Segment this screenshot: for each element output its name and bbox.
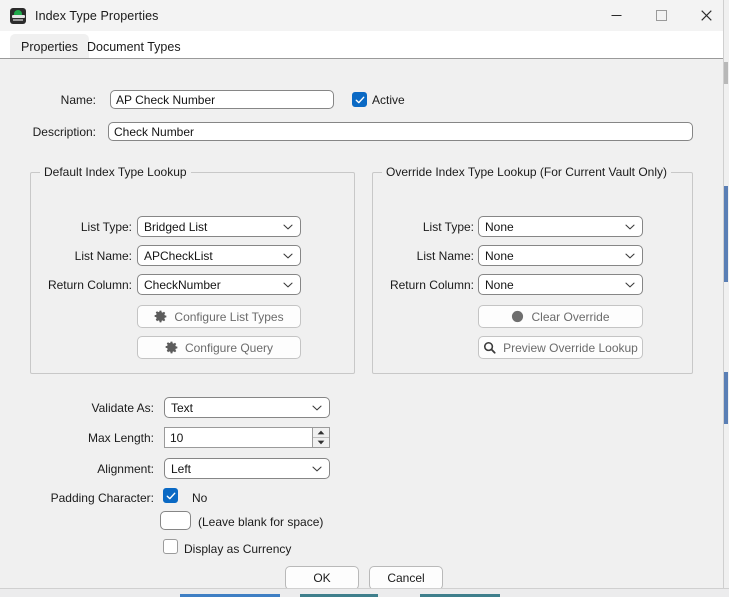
- properties-tab-panel: Name: AP Check Number Active Description…: [0, 59, 729, 597]
- circle-icon: [511, 310, 524, 323]
- override-return-column-label: Return Column:: [389, 278, 474, 292]
- name-label: Name:: [60, 93, 96, 107]
- description-input[interactable]: Check Number: [108, 122, 693, 141]
- default-list-name-value: APCheckList: [144, 248, 213, 263]
- padding-character-checkbox[interactable]: [163, 488, 178, 503]
- name-input[interactable]: AP Check Number: [110, 90, 334, 109]
- configure-list-types-button[interactable]: Configure List Types: [137, 305, 301, 328]
- default-return-column-select[interactable]: CheckNumber: [137, 274, 301, 295]
- override-list-name-value: None: [485, 248, 514, 263]
- display-as-currency-checkbox[interactable]: [163, 539, 178, 554]
- override-lookup-group-title: Override Index Type Lookup (For Current …: [382, 165, 672, 179]
- spin-up-icon[interactable]: [313, 428, 329, 438]
- clear-override-label: Clear Override: [531, 309, 610, 324]
- alignment-value: Left: [171, 461, 192, 476]
- configure-query-label: Configure Query: [184, 340, 274, 355]
- max-length-label: Max Length:: [87, 431, 154, 445]
- index-type-properties-window: Index Type Properties Properties Documen…: [0, 0, 729, 597]
- default-list-type-select[interactable]: Bridged List: [137, 216, 301, 237]
- taskbar-sliver: [0, 588, 729, 597]
- validate-as-select[interactable]: Text: [164, 397, 330, 418]
- search-icon: [483, 341, 496, 354]
- spin-down-icon[interactable]: [313, 438, 329, 447]
- padding-character-label: Padding Character:: [50, 491, 154, 505]
- chevron-down-icon: [625, 252, 635, 259]
- chevron-down-icon: [312, 465, 322, 472]
- chevron-down-icon: [283, 281, 293, 288]
- default-list-name-select[interactable]: APCheckList: [137, 245, 301, 266]
- preview-override-lookup-label: Preview Override Lookup: [503, 340, 638, 355]
- ok-button[interactable]: OK: [285, 566, 359, 590]
- cancel-button-label: Cancel: [387, 571, 425, 585]
- active-label: Active: [372, 93, 405, 107]
- app-dome-icon: [10, 7, 26, 24]
- max-length-value: 10: [170, 430, 184, 445]
- chevron-down-icon: [283, 223, 293, 230]
- max-length-stepper[interactable]: 10: [164, 427, 330, 448]
- default-return-column-label: Return Column:: [47, 278, 132, 292]
- override-return-column-value: None: [485, 277, 514, 292]
- padding-hint-label: (Leave blank for space): [198, 515, 324, 529]
- cancel-button[interactable]: Cancel: [369, 566, 443, 590]
- override-list-type-value: None: [485, 219, 514, 234]
- chevron-down-icon: [312, 404, 322, 411]
- override-list-name-label: List Name:: [416, 249, 474, 263]
- description-label: Description:: [32, 125, 96, 139]
- validate-as-label: Validate As:: [91, 401, 154, 415]
- background-accent-strip-2: [724, 372, 728, 424]
- tab-document-types-label: Document Types: [87, 39, 181, 54]
- ok-button-label: OK: [313, 571, 331, 585]
- override-return-column-select[interactable]: None: [478, 274, 643, 295]
- default-list-type-value: Bridged List: [144, 219, 208, 234]
- chevron-down-icon: [625, 223, 635, 230]
- title-bar: Index Type Properties: [0, 0, 729, 31]
- check-icon: [166, 492, 175, 499]
- gear-icon: [154, 310, 167, 323]
- configure-query-button[interactable]: Configure Query: [137, 336, 301, 359]
- chevron-down-icon: [283, 252, 293, 259]
- maximize-icon[interactable]: [639, 0, 684, 31]
- gear-icon: [165, 341, 178, 354]
- chevron-down-icon: [625, 281, 635, 288]
- default-list-name-label: List Name:: [74, 249, 132, 263]
- default-list-type-label: List Type:: [80, 220, 132, 234]
- configure-list-types-label: Configure List Types: [174, 309, 284, 324]
- alignment-select[interactable]: Left: [164, 458, 330, 479]
- tab-properties-label: Properties: [21, 39, 78, 54]
- display-as-currency-label: Display as Currency: [184, 542, 292, 556]
- check-icon: [355, 96, 364, 103]
- tab-document-types[interactable]: Document Types: [76, 34, 192, 59]
- padding-no-label: No: [192, 491, 208, 505]
- clear-override-button[interactable]: Clear Override: [478, 305, 643, 328]
- override-list-name-select[interactable]: None: [478, 245, 643, 266]
- tab-strip: Properties Document Types: [0, 31, 729, 59]
- background-window-edge: [723, 0, 729, 597]
- padding-character-input[interactable]: [160, 511, 191, 530]
- background-scrollbar-thumb[interactable]: [724, 62, 728, 84]
- default-return-column-value: CheckNumber: [144, 277, 221, 292]
- window-title: Index Type Properties: [35, 8, 159, 23]
- window-controls: [594, 0, 729, 31]
- minimize-icon[interactable]: [594, 0, 639, 31]
- override-list-type-label: List Type:: [422, 220, 474, 234]
- override-list-type-select[interactable]: None: [478, 216, 643, 237]
- validate-as-value: Text: [171, 400, 194, 415]
- max-length-spin-buttons: [312, 428, 329, 447]
- default-lookup-group-title: Default Index Type Lookup: [40, 165, 191, 179]
- background-accent-strip: [724, 186, 728, 282]
- preview-override-lookup-button[interactable]: Preview Override Lookup: [478, 336, 643, 359]
- active-checkbox[interactable]: [352, 92, 367, 107]
- alignment-label: Alignment:: [97, 462, 154, 476]
